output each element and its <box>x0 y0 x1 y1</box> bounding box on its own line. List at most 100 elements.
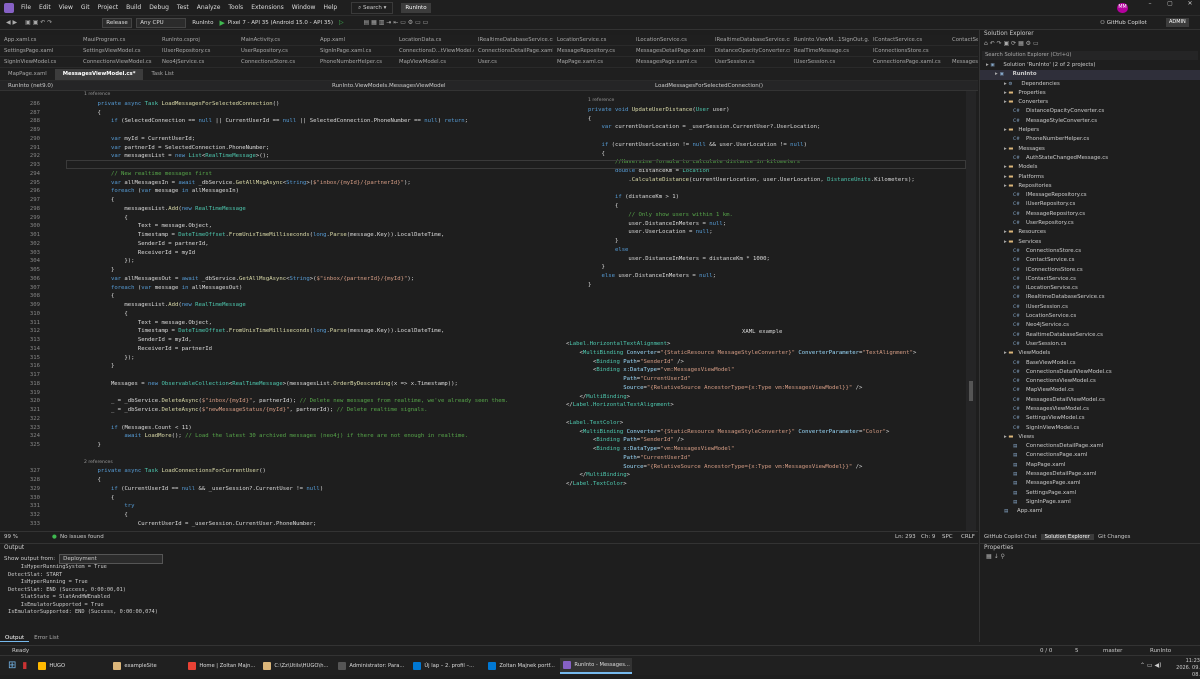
tree-item[interactable]: ▤ SignInPage.xaml <box>980 498 1200 507</box>
platform-select[interactable]: Any CPU <box>136 17 187 28</box>
tree-item[interactable]: ▸ ▬ Platforms <box>980 173 1200 182</box>
vs-logo-icon[interactable] <box>4 2 14 13</box>
line-indicator[interactable]: Ln: 293 <box>895 532 916 542</box>
document-tab[interactable]: IContactService.cs <box>869 35 948 45</box>
tab-output[interactable]: Output <box>0 635 30 642</box>
tree-item[interactable]: ▤ SettingsPage.xaml <box>980 489 1200 498</box>
taskbar-item[interactable]: HUGO <box>35 658 107 674</box>
editor-tab[interactable]: Task List <box>143 69 181 80</box>
side-tab[interactable]: Solution Explorer <box>1040 533 1094 540</box>
document-tab[interactable]: Neo4jService.cs <box>158 57 237 67</box>
tree-item[interactable]: C# ConnectionsStore.cs <box>980 247 1200 256</box>
document-tab[interactable]: IRealtimeDatabaseService.cs <box>474 35 553 45</box>
tree-item[interactable]: C# UserSession.cs <box>980 340 1200 349</box>
close-button[interactable]: ✕ <box>1180 0 1200 7</box>
editor-tab[interactable]: MessagesViewModel.cs* <box>54 69 144 80</box>
document-tab[interactable]: IUserSession.cs <box>790 57 869 67</box>
document-tab[interactable]: ConnectionsDetailPage.xaml <box>474 46 553 56</box>
toolbar-icons[interactable]: ▤ ▦ ▥ ⇥ ⇤ ▭ ⚙ ▭ ▭ <box>364 19 429 26</box>
tree-item[interactable]: C# MessageStyleConverter.cs <box>980 117 1200 126</box>
tree-item[interactable]: ▸ ▬ Converters <box>980 98 1200 107</box>
document-tab[interactable]: MessagesPage.xaml.cs <box>632 57 711 67</box>
tree-item[interactable]: C# SignInViewModel.cs <box>980 424 1200 433</box>
run-without-debug-icon[interactable]: ▷ <box>339 19 344 26</box>
tree-item[interactable]: C# ContactService.cs <box>980 256 1200 265</box>
document-tab[interactable]: RunInto.csproj <box>158 35 237 45</box>
document-tab[interactable]: IUserRepository.cs <box>158 46 237 56</box>
project-dropdown[interactable]: RunInto (net9.0) <box>8 81 53 91</box>
maximize-button[interactable]: ▢ <box>1160 0 1180 7</box>
document-tab[interactable]: ILocationService.cs <box>632 35 711 45</box>
document-tab[interactable]: User.cs <box>474 57 553 67</box>
menu-item-extensions[interactable]: Extensions <box>247 0 288 16</box>
code-editor[interactable]: 286 287 288 289 290 291 292 293 294 295 296 297 298 2… <box>0 91 978 531</box>
save-icon[interactable]: ▣ ▣ ↶ ↷ <box>25 19 52 26</box>
windows-start-icon[interactable]: ⊞ <box>8 660 16 671</box>
tree-item[interactable]: ▤ MapPage.xaml <box>980 461 1200 470</box>
tree-item[interactable]: C# RealtimeDatabaseService.cs <box>980 331 1200 340</box>
tree-item[interactable]: ▤ ConnectionsPage.xaml <box>980 451 1200 460</box>
tree-item[interactable]: C# PhoneNumberHelper.cs <box>980 135 1200 144</box>
tree-item[interactable]: ▤ ConnectionsDetailPage.xaml <box>980 442 1200 451</box>
class-dropdown[interactable]: RunInto.ViewModels.MessagesViewModel <box>332 81 446 91</box>
document-tab[interactable]: IRealtimeDatabaseService.cs <box>711 35 790 45</box>
tree-item[interactable]: C# IMessageRepository.cs <box>980 191 1200 200</box>
tree-item[interactable]: ▤ App.xaml <box>980 507 1200 516</box>
tree-item[interactable]: ▸ ▬ Repositories <box>980 182 1200 191</box>
zoom-level[interactable]: 99 % <box>4 532 18 542</box>
tree-item[interactable]: ▸ ⚙ Dependencies <box>980 80 1200 89</box>
tree-item[interactable]: C# AuthStateChangedMessage.cs <box>980 154 1200 163</box>
document-tab[interactable]: UserRepository.cs <box>237 46 316 56</box>
menu-item-window[interactable]: Window <box>288 0 320 16</box>
document-tab[interactable]: MapPage.xaml.cs <box>553 57 632 67</box>
document-tab[interactable]: MessagesDetailPage.xaml <box>632 46 711 56</box>
tree-item[interactable]: C# IContactService.cs <box>980 275 1200 284</box>
code-lens-references[interactable]: 2 references <box>84 460 113 465</box>
tree-item[interactable]: ▸ ▣ Solution 'RunInto' (2 of 2 projects) <box>980 61 1200 70</box>
tree-item[interactable]: C# IConnectionsStore.cs <box>980 266 1200 275</box>
code-lens-references[interactable]: 1 reference <box>588 98 614 103</box>
document-tab[interactable]: SettingsViewModel.cs <box>79 46 158 56</box>
document-tab[interactable]: MapViewModel.cs <box>395 57 474 67</box>
run-icon[interactable]: ▶ <box>219 19 224 27</box>
menu-item-test[interactable]: Test <box>173 0 193 16</box>
editor-tab[interactable]: MapPage.xaml <box>0 69 55 80</box>
document-tab[interactable]: LocationData.cs <box>395 35 474 45</box>
tree-item[interactable]: ▤ MessagesDetailPage.xaml <box>980 470 1200 479</box>
document-tab[interactable]: App.xaml <box>316 35 395 45</box>
tree-item[interactable]: C# IUserSession.cs <box>980 303 1200 312</box>
config-select[interactable]: Release <box>102 17 133 28</box>
tree-item[interactable]: ▸ ▬ Helpers <box>980 126 1200 135</box>
taskbar-item[interactable]: RunInto - Messages... <box>560 657 633 674</box>
document-tab[interactable]: MessageRepository.cs <box>553 46 632 56</box>
member-dropdown[interactable]: LoadMessagesForSelectedConnection() <box>655 81 763 91</box>
tree-item[interactable]: C# MessagesDetailViewModel.cs <box>980 396 1200 405</box>
document-tab[interactable]: SettingsPage.xaml <box>0 46 79 56</box>
tree-item[interactable]: C# IUserRepository.cs <box>980 200 1200 209</box>
tree-item[interactable]: C# ConnectionsDetailViewModel.cs <box>980 368 1200 377</box>
document-tab[interactable]: UserSession.cs <box>711 57 790 67</box>
taskbar-item[interactable]: C:\Zz\Utils\HUGO\h... <box>260 658 332 674</box>
line-ending-indicator[interactable]: CRLF <box>961 532 975 542</box>
taskbar-item[interactable]: Home | Zoltan Majn... <box>185 658 257 674</box>
startup-project[interactable]: RunInto <box>192 20 213 26</box>
menu-item-help[interactable]: Help <box>319 0 341 16</box>
tree-item[interactable]: ▸ ▬ Properties <box>980 89 1200 98</box>
menu-item-git[interactable]: Git <box>77 0 94 16</box>
solution-search-input[interactable]: Search Solution Explorer (Ctrl+ü) <box>982 51 1198 60</box>
tree-item[interactable]: C# MessagesViewModel.cs <box>980 405 1200 414</box>
issues-status[interactable]: No issues found <box>60 532 104 542</box>
tab-error-list[interactable]: Error List <box>29 635 64 641</box>
taskbar-item[interactable]: Új lap – 2. profil –... <box>410 658 482 674</box>
tree-item[interactable]: ▸ ▬ Views <box>980 433 1200 442</box>
tree-item[interactable]: C# ILocationService.cs <box>980 284 1200 293</box>
menu-item-analyze[interactable]: Analyze <box>193 0 225 16</box>
tree-item[interactable]: C# UserRepository.cs <box>980 219 1200 228</box>
document-tab[interactable]: RunInto.ViewM...1SignOut.g.cs <box>790 35 869 45</box>
tree-item[interactable]: C# ConnectionsViewModel.cs <box>980 377 1200 386</box>
side-tab[interactable]: Git Changes <box>1094 534 1134 540</box>
menu-item-tools[interactable]: Tools <box>224 0 247 16</box>
document-tab[interactable]: LocationService.cs <box>553 35 632 45</box>
tree-item[interactable]: C# IRealtimeDatabaseService.cs <box>980 293 1200 302</box>
document-tab[interactable]: ConnectionsViewModel.cs <box>79 57 158 67</box>
